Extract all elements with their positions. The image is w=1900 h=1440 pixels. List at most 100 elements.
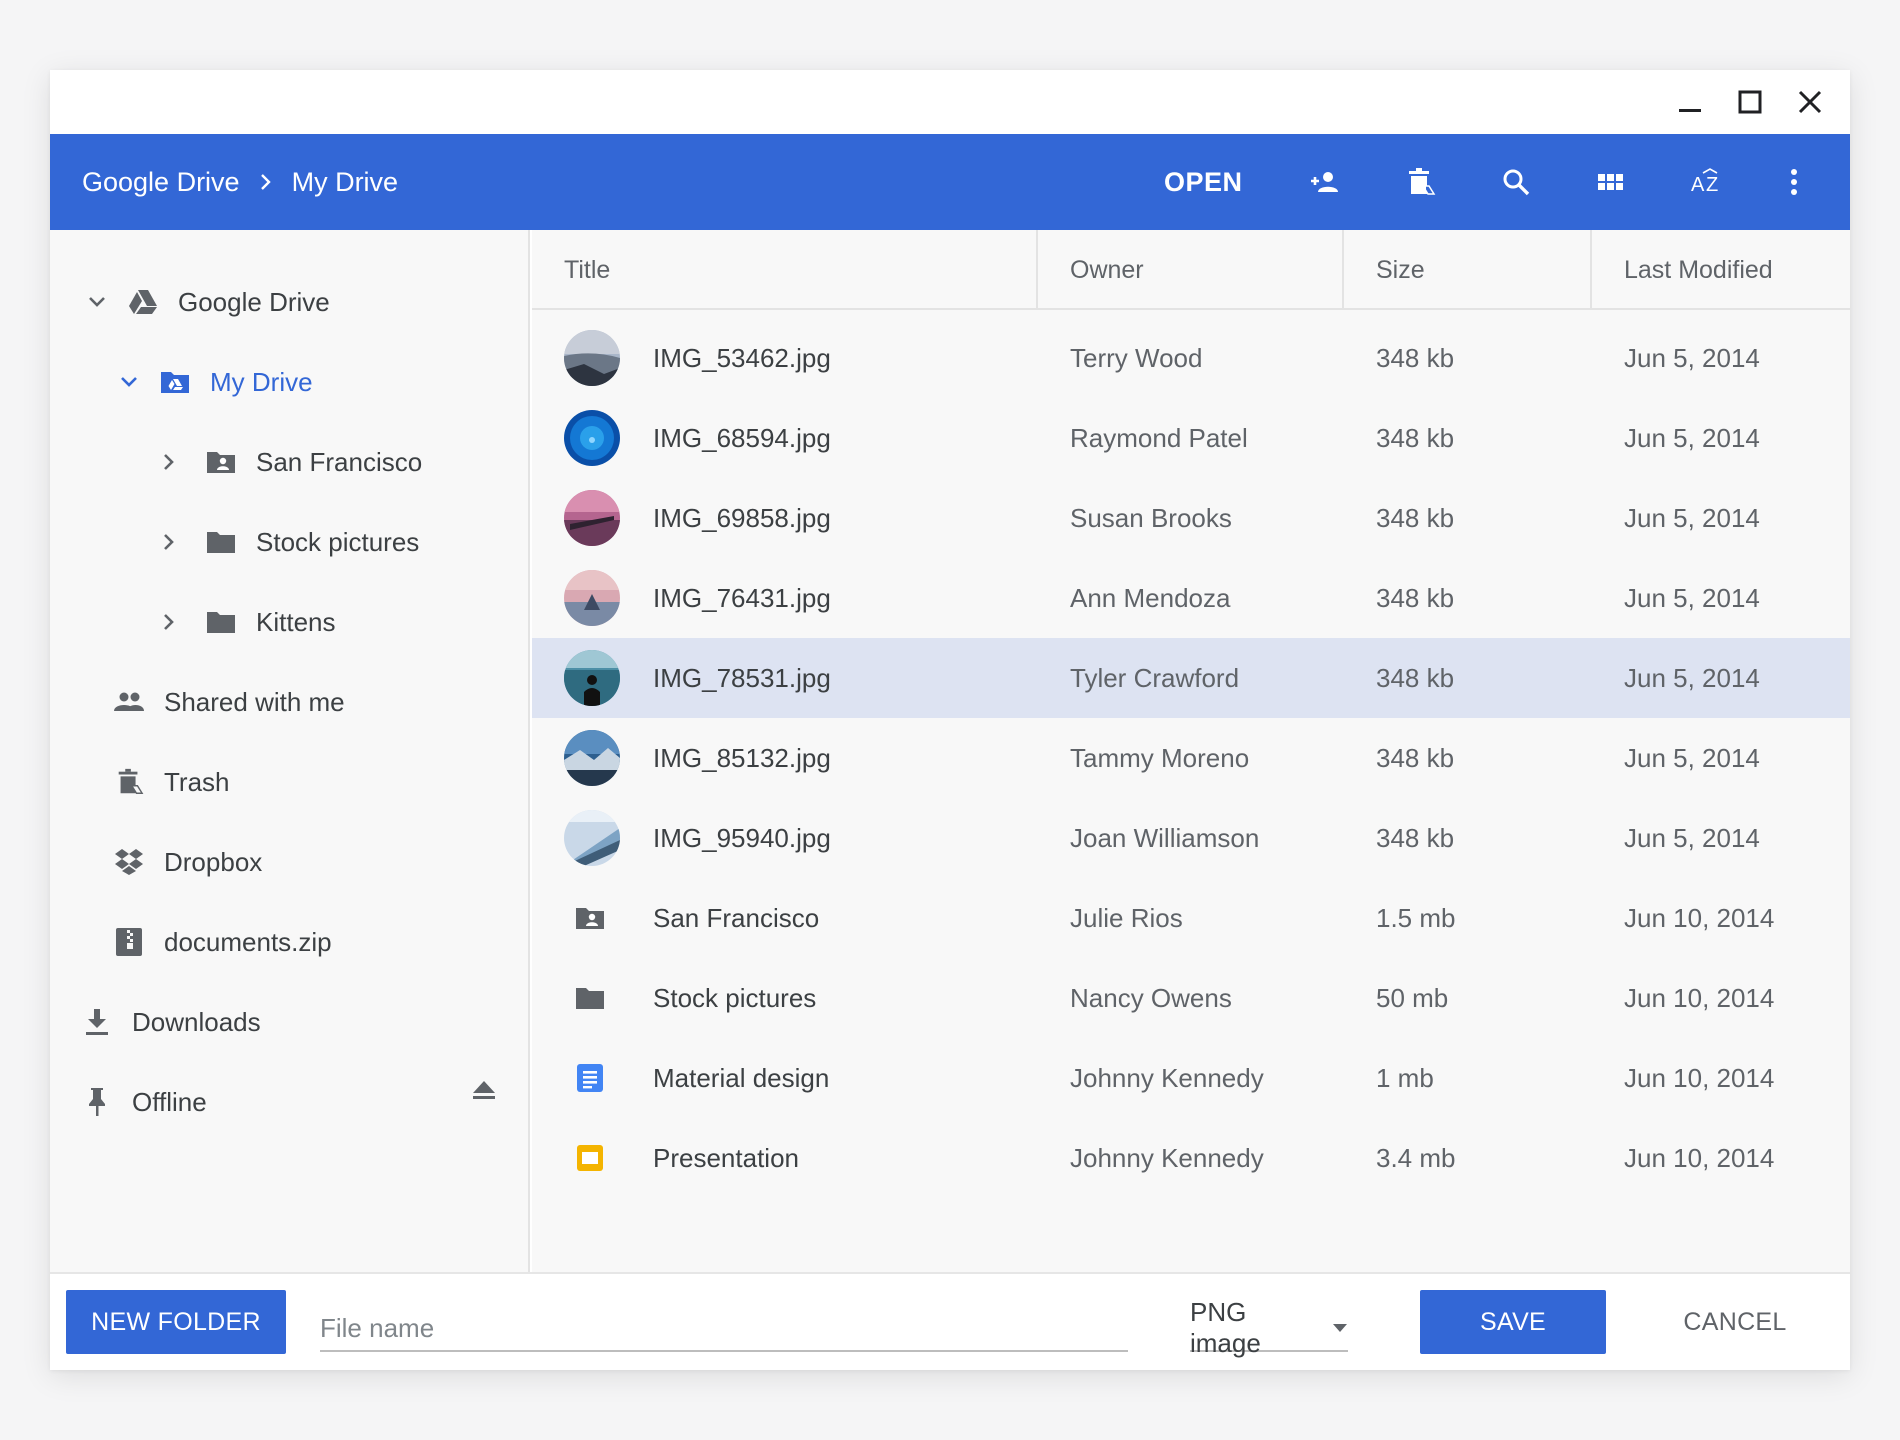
sidebar-item-label: Stock pictures — [256, 526, 420, 557]
image-thumbnail — [564, 810, 620, 866]
chevron-right-icon[interactable] — [154, 527, 184, 557]
open-button[interactable]: OPEN — [1164, 134, 1243, 230]
table-row[interactable]: IMG_76431.jpg Ann Mendoza 348 kb Jun 5, … — [532, 558, 1850, 638]
sidebar-item-label: Offline — [132, 1086, 207, 1117]
sidebar-item-label: Dropbox — [164, 846, 263, 877]
file-title: Material design — [653, 1062, 830, 1093]
table-row[interactable]: Presentation Johnny Kennedy 3.4 mb Jun 1… — [532, 1118, 1850, 1198]
file-owner: Tyler Crawford — [1070, 662, 1240, 693]
file-owner: Tammy Moreno — [1070, 742, 1250, 773]
table-row[interactable]: IMG_53462.jpg Terry Wood 348 kb Jun 5, 2… — [532, 318, 1850, 398]
new-folder-button[interactable]: NEW FOLDER — [66, 1290, 286, 1354]
table-header: Title Owner Size Last Modified — [532, 230, 1850, 310]
table-row[interactable]: IMG_68594.jpg Raymond Patel 348 kb Jun 5… — [532, 398, 1850, 478]
image-thumbnail — [564, 330, 620, 386]
file-modified: Jun 10, 2014 — [1624, 1142, 1775, 1173]
eject-icon[interactable] — [468, 1074, 500, 1106]
chevron-right-icon[interactable] — [154, 607, 184, 637]
table-row[interactable]: San Francisco Julie Rios 1.5 mb Jun 10, … — [532, 878, 1850, 958]
sidebar-item-label: Trash — [164, 766, 230, 797]
sidebar-item-google-drive[interactable]: Google Drive — [82, 272, 330, 332]
download-icon — [80, 1005, 114, 1039]
column-header-owner[interactable]: Owner — [1070, 230, 1144, 310]
drive-trash-icon[interactable] — [1400, 162, 1440, 202]
chevron-down-icon[interactable] — [114, 367, 144, 397]
cancel-button[interactable]: CANCEL — [1660, 1290, 1810, 1354]
file-modified: Jun 5, 2014 — [1624, 662, 1760, 693]
column-divider[interactable] — [1590, 230, 1592, 310]
search-icon[interactable] — [1496, 162, 1536, 202]
people-icon — [112, 685, 146, 719]
table-row[interactable]: Material design Johnny Kennedy 1 mb Jun … — [532, 1038, 1850, 1118]
zip-icon — [112, 925, 146, 959]
file-modified: Jun 5, 2014 — [1624, 582, 1760, 613]
file-type-select[interactable]: PNG image — [1190, 1292, 1348, 1358]
file-modified: Jun 5, 2014 — [1624, 422, 1760, 453]
folder-icon — [204, 525, 238, 559]
file-owner: Johnny Kennedy — [1070, 1062, 1264, 1093]
dropbox-icon — [112, 845, 146, 879]
sidebar-item-shared-with-me[interactable]: Shared with me — [112, 672, 345, 732]
file-size: 348 kb — [1376, 822, 1455, 853]
save-button[interactable]: SAVE — [1420, 1290, 1606, 1354]
column-divider[interactable] — [1342, 230, 1344, 310]
shared-folder-icon — [204, 445, 238, 479]
file-title: IMG_69858.jpg — [653, 502, 831, 533]
close-icon[interactable] — [1790, 84, 1830, 120]
folder-icon — [204, 605, 238, 639]
file-title: IMG_85132.jpg — [653, 742, 831, 773]
sort-az-icon[interactable]: AZ — [1688, 162, 1728, 202]
file-modified: Jun 5, 2014 — [1624, 342, 1760, 373]
chevron-down-icon[interactable] — [82, 287, 112, 317]
file-title: IMG_68594.jpg — [653, 422, 831, 453]
table-row[interactable]: Stock pictures Nancy Owens 50 mb Jun 10,… — [532, 958, 1850, 1038]
table-row[interactable]: IMG_78531.jpg Tyler Crawford 348 kb Jun … — [532, 638, 1850, 718]
breadcrumb-google-drive[interactable]: Google Drive — [82, 167, 240, 198]
table-row[interactable]: IMG_69858.jpg Susan Brooks 348 kb Jun 5,… — [532, 478, 1850, 558]
file-title: IMG_95940.jpg — [653, 822, 831, 853]
sidebar-item-label: Shared with me — [164, 686, 345, 717]
sidebar-item-dropbox[interactable]: Dropbox — [112, 832, 262, 892]
sidebar-item-label: San Francisco — [256, 446, 423, 477]
slides-icon — [572, 1140, 608, 1176]
maximize-icon[interactable] — [1730, 84, 1770, 120]
file-size: 348 kb — [1376, 582, 1455, 613]
file-modified: Jun 10, 2014 — [1624, 902, 1775, 933]
file-title: IMG_78531.jpg — [653, 662, 831, 693]
breadcrumb-my-drive[interactable]: My Drive — [292, 167, 399, 198]
file-owner: Raymond Patel — [1070, 422, 1248, 453]
file-size: 348 kb — [1376, 422, 1455, 453]
file-title: Presentation — [653, 1142, 799, 1173]
sidebar-item-san-francisco[interactable]: San Francisco — [154, 432, 422, 492]
more-vert-icon[interactable] — [1774, 162, 1814, 202]
image-thumbnail — [564, 410, 620, 466]
svg-text:A: A — [1691, 174, 1705, 196]
sidebar-item-label: Downloads — [132, 1006, 261, 1037]
table-row[interactable]: IMG_85132.jpg Tammy Moreno 348 kb Jun 5,… — [532, 718, 1850, 798]
grid-view-icon[interactable] — [1591, 162, 1631, 202]
file-type-value: PNG image — [1190, 1297, 1261, 1358]
column-header-title[interactable]: Title — [564, 230, 610, 310]
google-drive-icon — [126, 285, 160, 319]
sidebar-item-offline[interactable]: Offline — [80, 1072, 207, 1132]
sidebar-item-trash[interactable]: Trash — [112, 752, 230, 812]
column-header-last-modified[interactable]: Last Modified — [1624, 230, 1773, 310]
file-name-input[interactable] — [320, 1292, 1128, 1352]
file-size: 348 kb — [1376, 742, 1455, 773]
file-owner: Ann Mendoza — [1070, 582, 1231, 613]
sidebar-item-downloads[interactable]: Downloads — [80, 992, 261, 1052]
file-modified: Jun 5, 2014 — [1624, 742, 1760, 773]
file-modified: Jun 5, 2014 — [1624, 822, 1760, 853]
sidebar-item-my-drive[interactable]: My Drive — [114, 352, 313, 412]
sidebar-item-label: Google Drive — [178, 286, 330, 317]
minimize-icon[interactable] — [1670, 84, 1710, 120]
chevron-right-icon[interactable] — [154, 447, 184, 477]
sidebar-item-kittens[interactable]: Kittens — [154, 592, 336, 652]
sidebar: Google Drive My Drive San Francisco Stoc… — [50, 230, 530, 1272]
column-header-size[interactable]: Size — [1376, 230, 1425, 310]
add-person-icon[interactable] — [1304, 162, 1344, 202]
sidebar-item-documents-zip[interactable]: documents.zip — [112, 912, 332, 972]
table-row[interactable]: IMG_95940.jpg Joan Williamson 348 kb Jun… — [532, 798, 1850, 878]
sidebar-item-stock-pictures[interactable]: Stock pictures — [154, 512, 419, 572]
column-divider[interactable] — [1036, 230, 1038, 310]
